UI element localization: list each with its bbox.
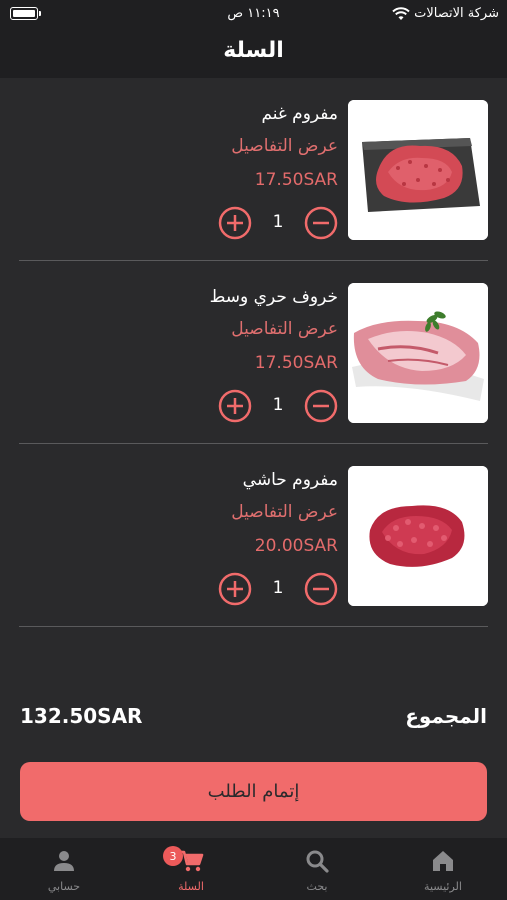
tab-home-label: الرئيسية xyxy=(424,880,462,893)
plus-circle-icon[interactable] xyxy=(218,389,252,423)
minus-circle-icon[interactable] xyxy=(304,389,338,423)
minus-circle-icon[interactable] xyxy=(304,572,338,606)
total-value: 132.50SAR xyxy=(20,704,143,728)
tab-cart-label: السلة xyxy=(178,880,204,893)
plus-circle-icon[interactable] xyxy=(218,206,252,240)
bottom-tab-bar: الرئيسية بحث 3 السلة حسابي xyxy=(0,838,507,900)
top-bar: ١١:١٩ ص شركة الاتصالات السلة xyxy=(0,0,507,78)
product-image[interactable] xyxy=(348,283,488,423)
product-name: مفروم حاشي xyxy=(242,470,338,490)
cart-item: مفروم حاشي عرض التفاصيل 20.00SAR 1 xyxy=(19,444,488,627)
quantity-value: 1 xyxy=(272,395,284,415)
view-details-link[interactable]: عرض التفاصيل xyxy=(231,136,338,156)
search-icon xyxy=(306,850,329,873)
quantity-stepper: 1 xyxy=(218,206,338,240)
checkout-button[interactable]: إتمام الطلب xyxy=(20,762,487,821)
tab-home[interactable]: الرئيسية xyxy=(393,844,493,900)
wifi-icon xyxy=(392,6,410,20)
tab-account[interactable]: حسابي xyxy=(14,844,114,900)
plus-circle-icon[interactable] xyxy=(218,572,252,606)
quantity-stepper: 1 xyxy=(218,389,338,423)
cart-count-badge: 3 xyxy=(163,846,183,866)
person-icon xyxy=(54,851,74,871)
carrier: شركة الاتصالات xyxy=(392,6,499,21)
total-label: المجموع xyxy=(405,704,487,728)
product-image[interactable] xyxy=(348,100,488,240)
product-price: 17.50SAR xyxy=(254,170,338,190)
minced-camel-meat-image xyxy=(348,466,488,606)
product-name: خروف حري وسط xyxy=(209,287,338,307)
carrier-label: شركة الاتصالات xyxy=(414,6,499,21)
minus-circle-icon[interactable] xyxy=(304,206,338,240)
product-image[interactable] xyxy=(348,466,488,606)
tab-search-label: بحث xyxy=(306,880,328,893)
quantity-stepper: 1 xyxy=(218,572,338,606)
status-bar: ١١:١٩ ص شركة الاتصالات xyxy=(0,0,507,28)
product-price: 17.50SAR xyxy=(254,353,338,373)
product-name: مفروم غنم xyxy=(261,104,338,124)
quantity-value: 1 xyxy=(272,578,284,598)
home-icon xyxy=(433,851,453,871)
cart-item: مفروم غنم عرض التفاصيل 17.50SAR 1 xyxy=(19,78,488,261)
tab-search[interactable]: بحث xyxy=(267,844,367,900)
minced-meat-image xyxy=(348,100,488,240)
view-details-link[interactable]: عرض التفاصيل xyxy=(231,319,338,339)
tab-cart[interactable]: 3 السلة xyxy=(141,844,241,900)
cart-item: خروف حري وسط عرض التفاصيل 17.50SAR 1 xyxy=(19,261,488,444)
total-row: المجموع 132.50SAR xyxy=(20,704,487,736)
tab-account-label: حسابي xyxy=(47,880,81,893)
page-title: السلة xyxy=(223,38,284,63)
cart-list: مفروم غنم عرض التفاصيل 17.50SAR 1 خروف ح… xyxy=(0,78,507,627)
lamb-shoulder-image xyxy=(348,283,488,423)
quantity-value: 1 xyxy=(272,212,284,232)
view-details-link[interactable]: عرض التفاصيل xyxy=(231,502,338,522)
product-price: 20.00SAR xyxy=(254,536,338,556)
